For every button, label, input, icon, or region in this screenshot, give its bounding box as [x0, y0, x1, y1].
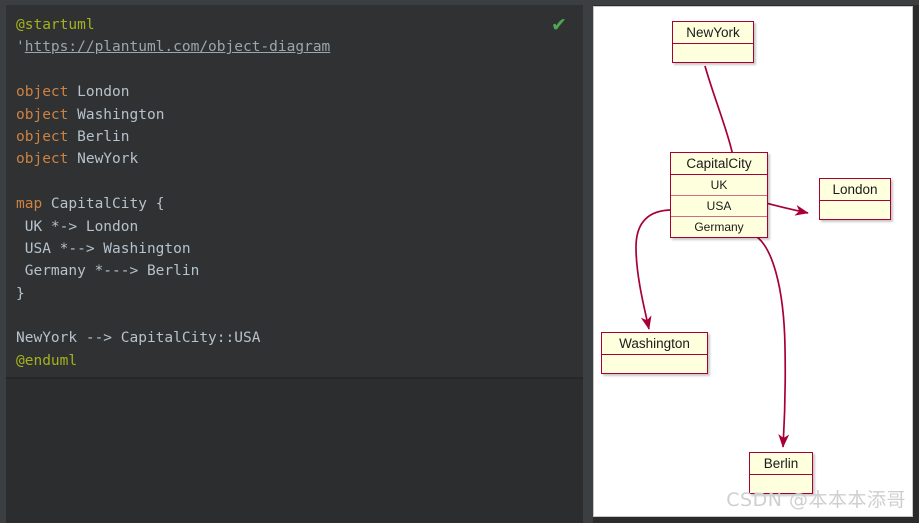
code-token: object	[16, 84, 69, 101]
code-text-area[interactable]: @startuml 'https://plantuml.com/object-di…	[16, 14, 583, 372]
node-washington-title: Washington	[602, 333, 707, 355]
code-line-2: 'https://plantuml.com/object-diagram	[16, 36, 583, 58]
node-berlin-title: Berlin	[750, 453, 812, 475]
diagram-preview-pane[interactable]: NewYork CapitalCity UK USA Germany Londo…	[593, 6, 913, 517]
code-line-15: NewYork --> CapitalCity::USA	[16, 327, 583, 349]
code-line-11: USA *--> Washington	[16, 238, 583, 260]
code-token: USA *--> Washington	[16, 240, 191, 257]
node-capitalcity[interactable]: CapitalCity UK USA Germany	[670, 152, 768, 238]
code-line-4: object London	[16, 81, 583, 103]
node-capitalcity-title: CapitalCity	[671, 153, 767, 175]
code-token: UK *-> London	[16, 218, 139, 235]
code-token: Germany *---> Berlin	[16, 263, 200, 280]
code-token: London	[68, 84, 130, 101]
code-token: Berlin	[68, 128, 130, 145]
edge-usa-to-washington	[635, 209, 673, 330]
node-london[interactable]: London	[819, 178, 891, 220]
node-newyork-title: NewYork	[673, 22, 753, 44]
code-token: }	[16, 285, 25, 302]
code-line-16: @enduml	[16, 350, 583, 372]
code-line-1: @startuml	[16, 14, 583, 36]
code-token: '	[16, 39, 25, 56]
code-token: object	[16, 128, 69, 145]
pane-divider	[583, 5, 593, 523]
code-line-5: object Washington	[16, 104, 583, 126]
node-capitalcity-row-germany: Germany	[694, 220, 744, 234]
code-line-12: Germany *---> Berlin	[16, 260, 583, 282]
code-editor-pane[interactable]: @startuml 'https://plantuml.com/object-di…	[6, 5, 583, 378]
code-line-7: object NewYork	[16, 148, 583, 170]
code-line-9: map CapitalCity {	[16, 193, 583, 215]
code-line-10: UK *-> London	[16, 216, 583, 238]
node-london-title: London	[820, 179, 890, 201]
diagram-edges-layer	[635, 65, 809, 448]
node-london-body	[820, 201, 890, 219]
code-token: object	[16, 151, 69, 168]
edge-germany-to-berlin	[753, 234, 790, 448]
code-token: Washington	[68, 106, 165, 123]
node-newyork-body	[673, 44, 753, 62]
node-washington[interactable]: Washington	[601, 332, 708, 374]
code-token: map	[16, 196, 43, 213]
code-line-6: object Berlin	[16, 126, 583, 148]
code-token: https://plantuml.com/object-diagram	[24, 39, 331, 56]
plantuml-editor-window: @startuml 'https://plantuml.com/object-di…	[0, 0, 919, 523]
csdn-watermark: CSDN @本本本添哥	[726, 489, 906, 511]
code-token: NewYork --> CapitalCity::USA	[16, 330, 261, 347]
node-newyork[interactable]: NewYork	[672, 21, 754, 63]
syntax-ok-check-icon: ✔	[551, 14, 567, 36]
code-token: NewYork	[68, 151, 139, 168]
code-token: @enduml	[16, 352, 78, 369]
node-capitalcity-row-uk: UK	[671, 175, 767, 196]
editor-lower-blank-area	[6, 379, 583, 523]
code-token: object	[16, 106, 69, 123]
node-washington-body	[602, 355, 707, 373]
code-token: CapitalCity {	[42, 196, 165, 213]
code-token: @startuml	[16, 17, 95, 33]
code-line-13: }	[16, 283, 583, 305]
node-capitalcity-row-usa: USA	[671, 196, 767, 217]
